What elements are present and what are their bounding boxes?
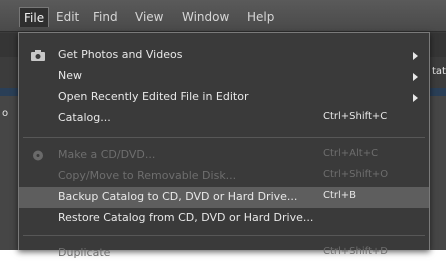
menu-item-label: New [58, 69, 82, 82]
organizer-window: tat o File Edit Find View Window Help Ge… [0, 0, 446, 259]
menu-item-catalog[interactable]: Catalog... Ctrl+Shift+C [19, 108, 429, 129]
submenu-arrow-icon [413, 73, 418, 81]
menu-item-copy-move-removable[interactable]: Copy/Move to Removable Disk... Ctrl+Shif… [19, 166, 429, 187]
menu-item-make-cd-dvd[interactable]: Make a CD/DVD... Ctrl+Alt+C [19, 145, 429, 166]
camera-icon [31, 50, 45, 61]
menu-item-label: Backup Catalog to CD, DVD or Hard Drive.… [58, 190, 298, 203]
menu-find[interactable]: Find [93, 7, 118, 27]
menu-edit[interactable]: Edit [56, 7, 79, 27]
menu-window[interactable]: Window [182, 7, 229, 27]
menu-view[interactable]: View [135, 7, 163, 27]
menu-item-restore-catalog[interactable]: Restore Catalog from CD, DVD or Hard Dri… [19, 208, 429, 229]
menu-file[interactable]: File [19, 7, 50, 27]
menu-item-open-recently-edited[interactable]: Open Recently Edited File in Editor [19, 87, 429, 108]
menu-item-label: Duplicate [58, 246, 111, 259]
menu-item-label: Make a CD/DVD... [58, 148, 156, 161]
menu-item-shortcut: Ctrl+Shift+D [323, 246, 388, 257]
menu-item-backup-catalog[interactable]: Backup Catalog to CD, DVD or Hard Drive.… [19, 187, 429, 208]
menu-help[interactable]: Help [247, 7, 274, 27]
menu-item-label: Open Recently Edited File in Editor [58, 90, 249, 103]
menu-separator [23, 235, 425, 236]
menu-item-shortcut: Ctrl+Alt+C [323, 148, 379, 159]
menu-item-new[interactable]: New [19, 66, 429, 87]
menu-item-label: Copy/Move to Removable Disk... [58, 169, 237, 182]
submenu-arrow-icon [413, 94, 418, 102]
menu-item-shortcut: Ctrl+Shift+O [323, 169, 389, 180]
menu-item-get-photos-and-videos[interactable]: Get Photos and Videos [19, 45, 429, 66]
disc-icon [31, 150, 45, 161]
background-text-left: o [2, 108, 9, 119]
file-menu-dropdown: Get Photos and Videos New Open Recently … [18, 32, 430, 259]
menu-bar: File Edit Find View Window Help [0, 0, 446, 32]
menu-item-shortcut: Ctrl+Shift+C [323, 111, 388, 122]
menu-separator [23, 137, 425, 138]
submenu-arrow-icon [413, 52, 418, 60]
menu-item-label: Restore Catalog from CD, DVD or Hard Dri… [58, 211, 314, 224]
background-text-right: tat [432, 66, 446, 77]
menu-item-label: Catalog... [58, 111, 111, 124]
menu-item-shortcut: Ctrl+B [323, 190, 357, 201]
menu-item-label: Get Photos and Videos [58, 48, 183, 61]
menu-item-duplicate[interactable]: Duplicate Ctrl+Shift+D [19, 243, 429, 264]
